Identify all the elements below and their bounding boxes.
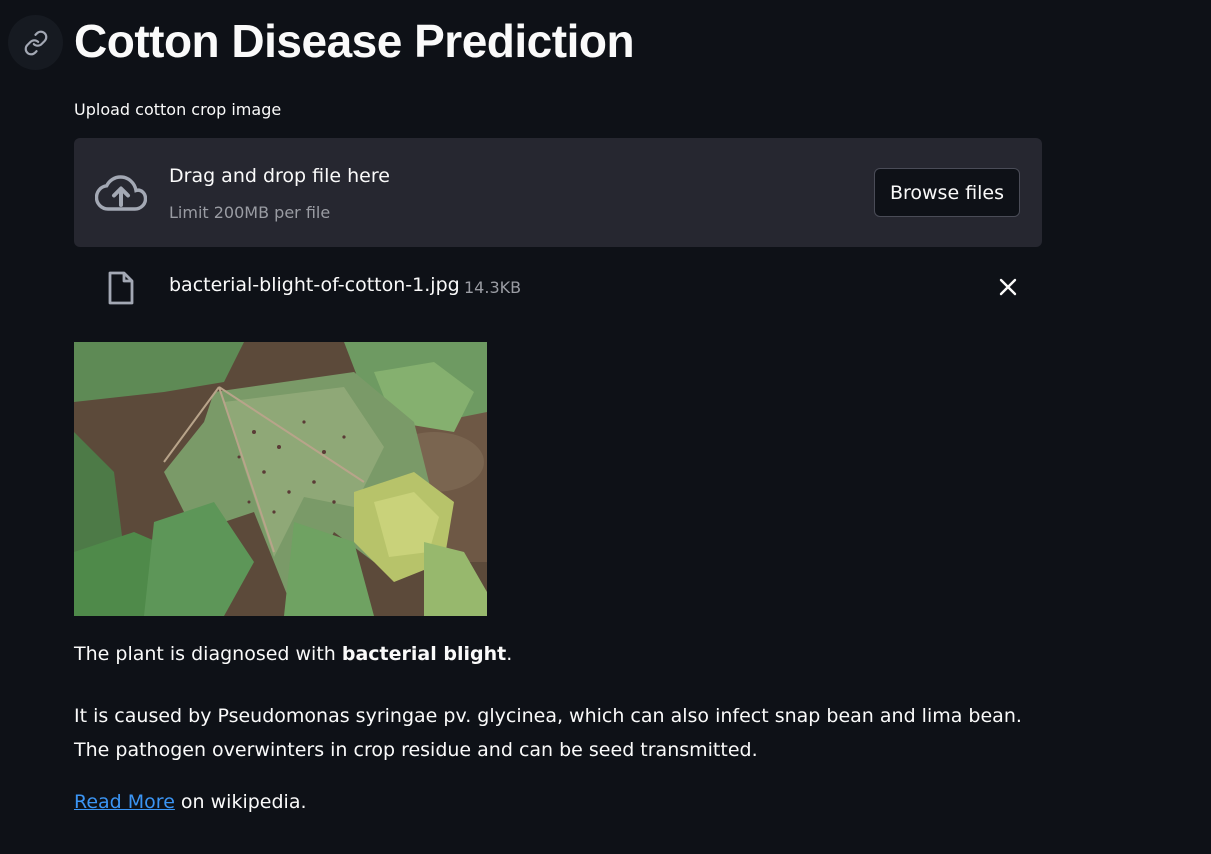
file-dropzone[interactable]: Drag and drop file here Limit 200MB per … — [74, 138, 1042, 247]
remove-file-button[interactable] — [992, 271, 1024, 303]
browse-files-button[interactable]: Browse files — [874, 168, 1020, 217]
cloud-upload-icon — [95, 175, 147, 211]
cotton-leaf-photo — [74, 342, 487, 616]
app-page: Cotton Disease Prediction Upload cotton … — [0, 0, 1211, 854]
read-more-suffix: on wikipedia. — [174, 791, 307, 813]
close-icon — [999, 278, 1017, 296]
diagnosis-suffix: . — [506, 643, 513, 665]
diagnosis-value: bacterial blight — [341, 643, 507, 665]
dropzone-limit-text: Limit 200MB per file — [169, 203, 331, 222]
diagnosis-prefix: The plant is diagnosed with — [74, 643, 342, 665]
uploaded-file-name: bacterial-blight-of-cotton-1.jpg — [169, 274, 460, 296]
uploaded-file-size: 14.3KB — [464, 278, 522, 297]
header-anchor-link-button[interactable] — [8, 15, 63, 70]
page-title: Cotton Disease Prediction — [74, 15, 635, 67]
uploaded-crop-image — [74, 342, 487, 616]
diagnosis-text: The plant is diagnosed with bacterial bl… — [74, 643, 512, 665]
link-icon — [24, 30, 47, 55]
file-uploader-label: Upload cotton crop image — [74, 100, 282, 119]
read-more-link[interactable]: Read More — [74, 791, 175, 813]
uploaded-file-row: bacterial-blight-of-cotton-1.jpg 14.3KB — [74, 265, 1042, 309]
disease-description: It is caused by Pseudomonas syringae pv.… — [74, 705, 1022, 761]
dropzone-instructions: Drag and drop file here — [169, 165, 390, 187]
file-icon — [108, 271, 134, 305]
read-more-line: Read More on wikipedia. — [74, 791, 307, 813]
